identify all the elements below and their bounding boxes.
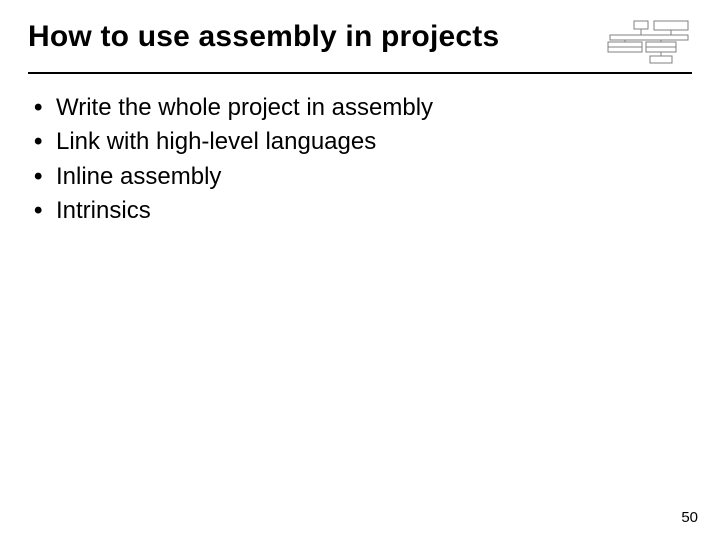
title-underline (28, 72, 692, 74)
bullet-dot-icon: • (34, 92, 56, 124)
bullet-dot-icon: • (34, 195, 56, 227)
list-item: • Link with high-level languages (34, 126, 692, 158)
list-item: • Write the whole project in assembly (34, 92, 692, 124)
header-row: How to use assembly in projects (28, 18, 692, 66)
list-item-text: Intrinsics (56, 195, 151, 227)
bullet-list: • Write the whole project in assembly • … (28, 92, 692, 228)
list-item: • Intrinsics (34, 195, 692, 227)
architecture-diagram-icon (606, 20, 692, 66)
list-item-text: Link with high-level languages (56, 126, 376, 158)
slide: How to use assembly in projects (0, 0, 720, 540)
slide-title: How to use assembly in projects (28, 18, 499, 55)
bullet-dot-icon: • (34, 161, 56, 193)
list-item-text: Inline assembly (56, 161, 221, 193)
page-number: 50 (681, 509, 698, 526)
list-item-text: Write the whole project in assembly (56, 92, 433, 124)
list-item: • Inline assembly (34, 161, 692, 193)
bullet-dot-icon: • (34, 126, 56, 158)
